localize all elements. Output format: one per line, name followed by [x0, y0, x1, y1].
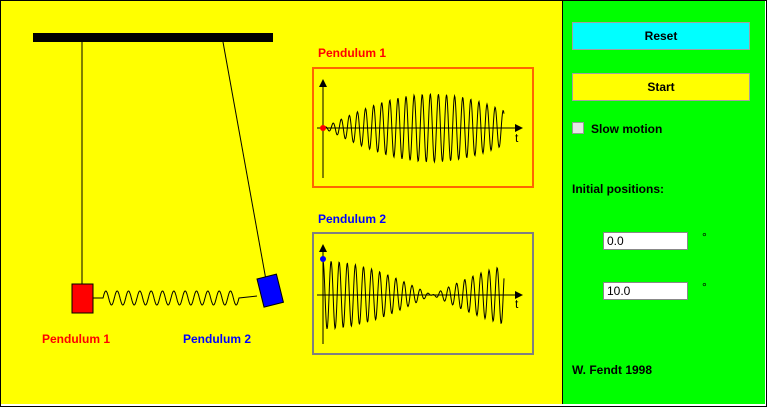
pendulum1-label: Pendulum 1: [42, 332, 111, 346]
pendulum2-string: [222, 41, 267, 281]
position2-degree-unit: °: [702, 280, 707, 294]
coupling-spring: [93, 290, 258, 306]
control-panel: Reset Start Slow motion Initial position…: [563, 1, 765, 404]
graph2-marker: [320, 256, 326, 262]
graph2-title: Pendulum 2: [318, 212, 386, 226]
graph2-y-arrow: [319, 244, 327, 252]
position2-input[interactable]: [603, 282, 688, 300]
graph2-frame: [312, 232, 534, 355]
graph2-t-label: t: [515, 297, 519, 311]
pendulum2-bob[interactable]: [256, 273, 285, 308]
position1-degree-unit: °: [702, 230, 707, 244]
position1-input[interactable]: [603, 232, 688, 250]
slow-motion-label[interactable]: Slow motion: [591, 122, 662, 136]
credit-text: W. Fendt 1998: [572, 363, 653, 377]
graph1-t-label: t: [515, 131, 519, 145]
simulation-area: Pendulum 1 t Pendulum 2 t Pendulum 1 Pen…: [1, 1, 563, 404]
graph1-y-arrow: [319, 79, 327, 87]
graph1-title: Pendulum 1: [318, 46, 386, 60]
slow-motion-checkbox[interactable]: [572, 122, 584, 134]
ceiling-bar: [33, 33, 273, 42]
pendulum1-bob[interactable]: [71, 283, 94, 314]
pendulum2-label: Pendulum 2: [183, 332, 252, 346]
initial-positions-label: Initial positions:: [572, 182, 664, 196]
start-button[interactable]: Start: [572, 73, 750, 101]
graph1-marker: [320, 125, 326, 131]
reset-button[interactable]: Reset: [572, 22, 750, 50]
